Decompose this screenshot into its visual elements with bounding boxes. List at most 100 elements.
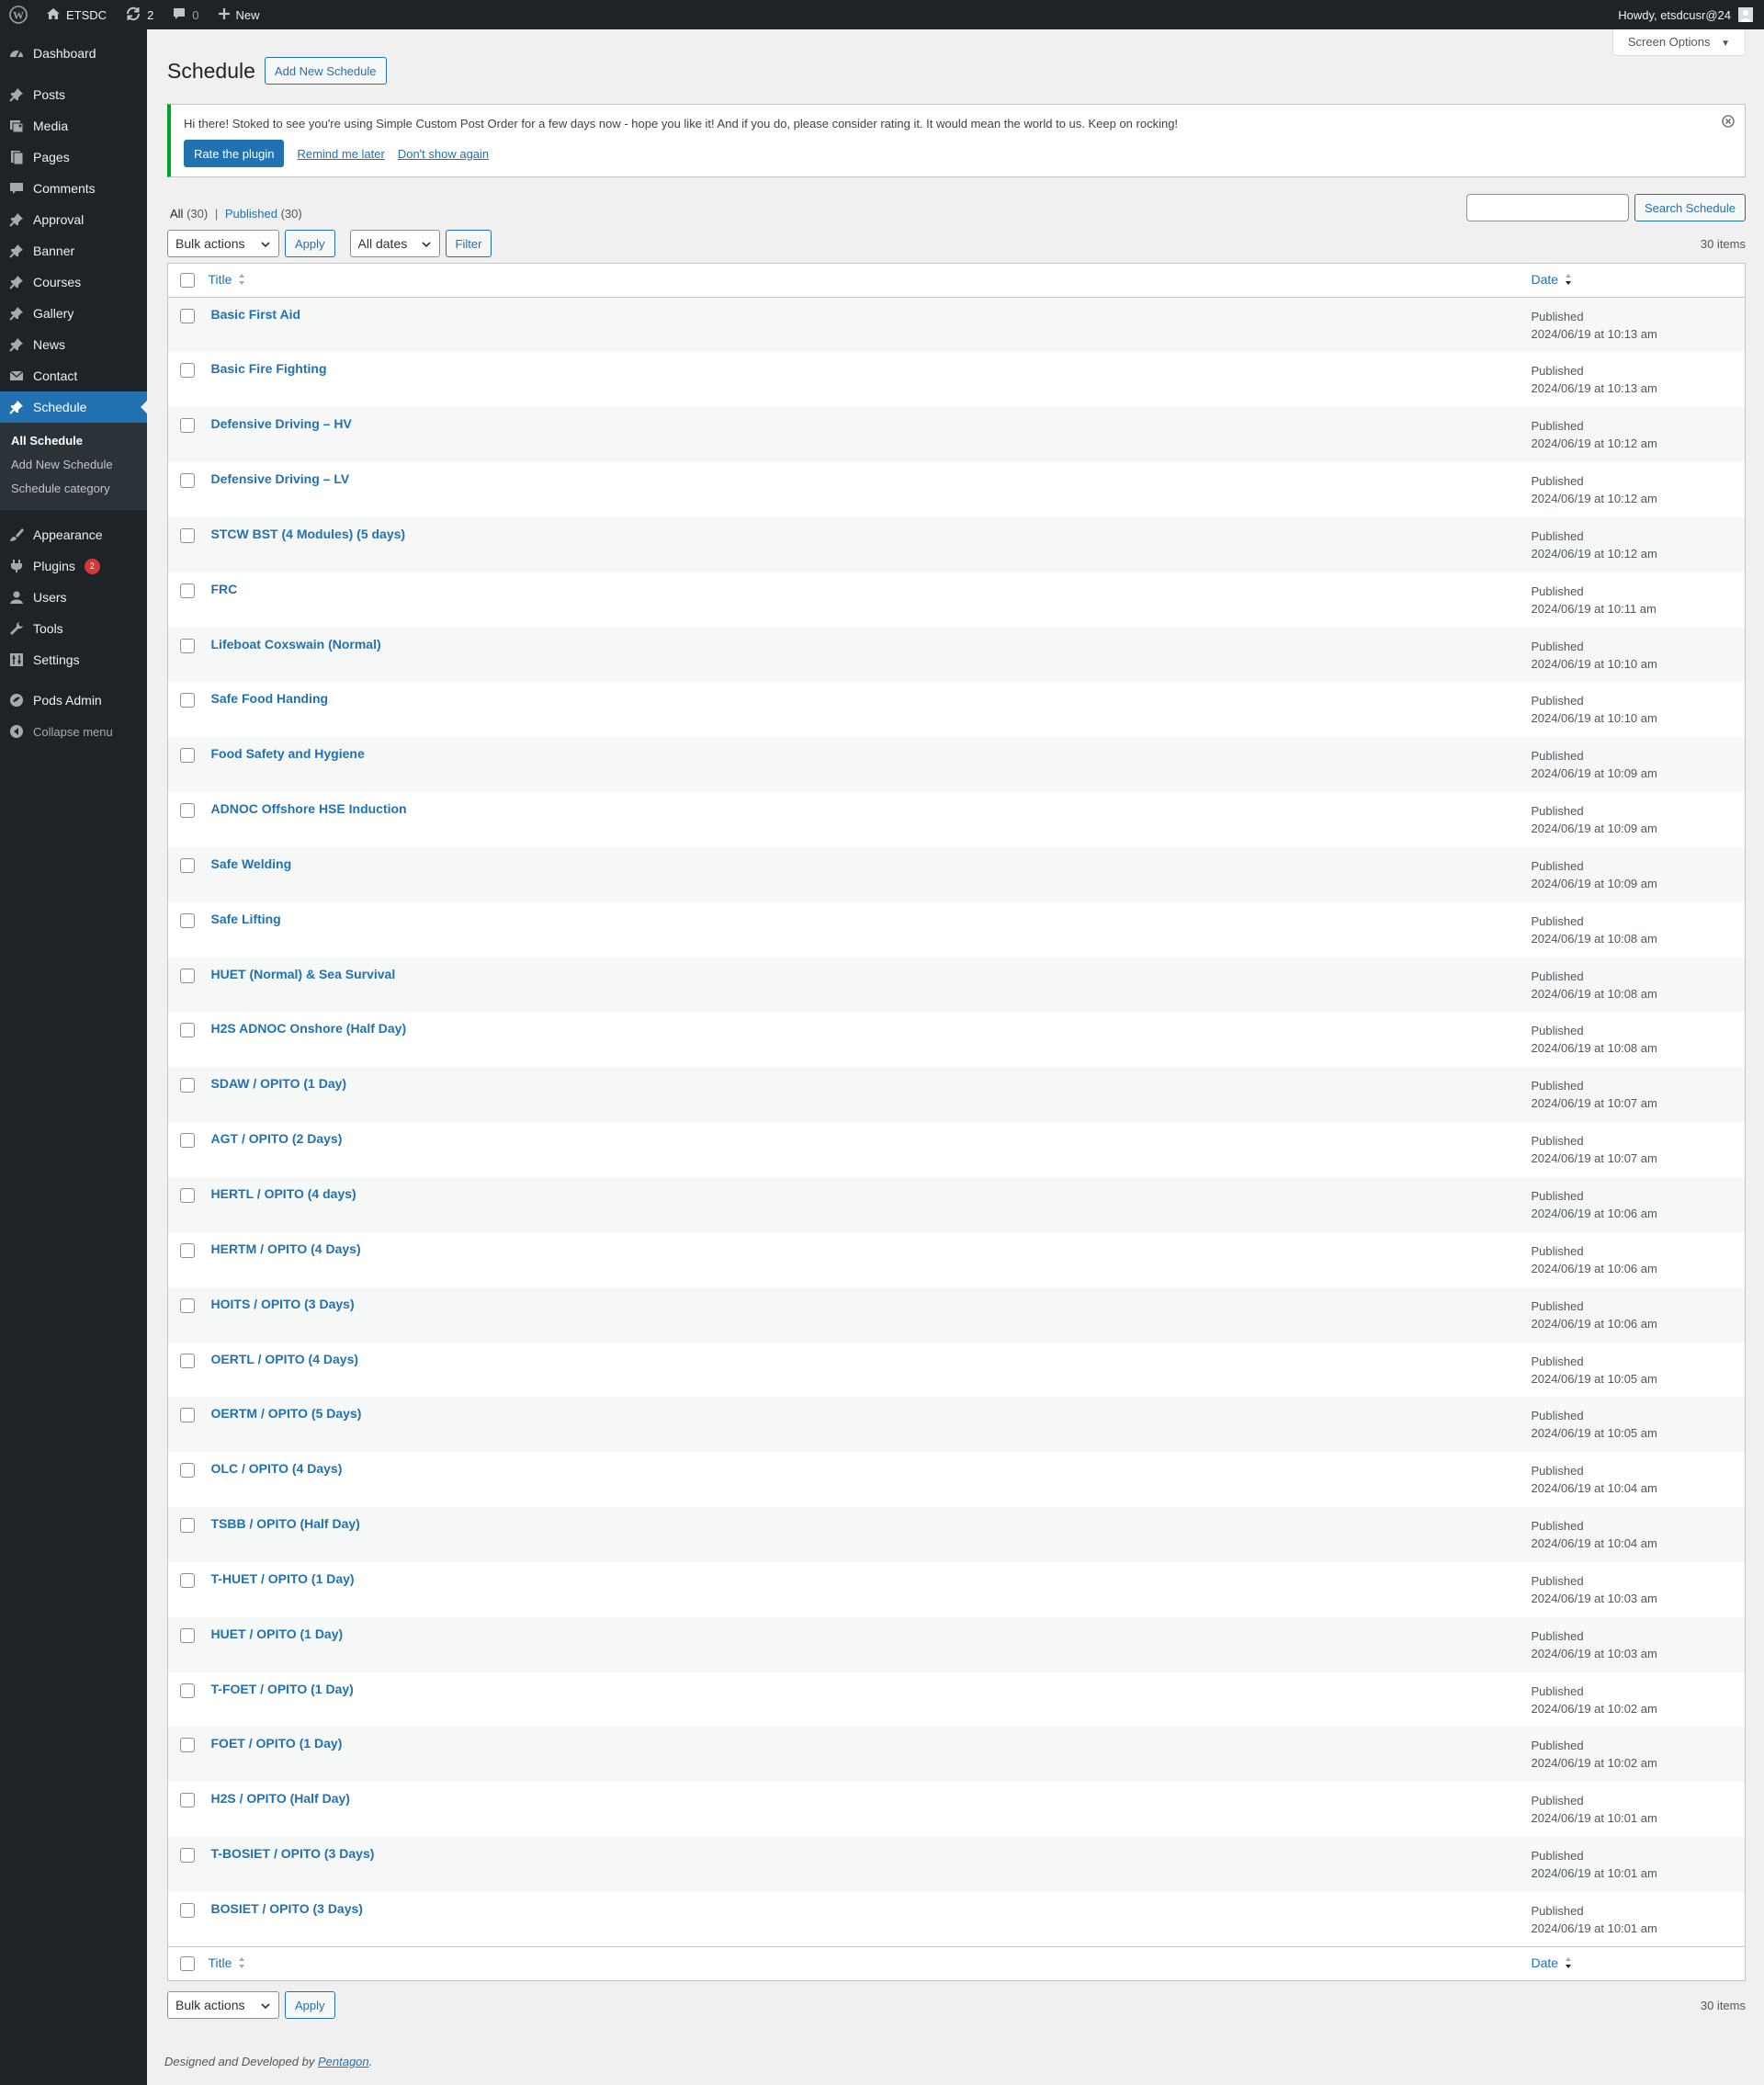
row-checkbox[interactable]: [180, 418, 195, 434]
sidebar-item-plugins[interactable]: Plugins 2: [0, 550, 147, 582]
row-title-link[interactable]: Defensive Driving – LV: [211, 471, 350, 486]
date-sort-link[interactable]: Date: [1532, 1955, 1559, 1970]
row-title-link[interactable]: Basic Fire Fighting: [211, 361, 327, 376]
row-title-link[interactable]: AGT / OPITO (2 Days): [211, 1131, 343, 1146]
row-checkbox[interactable]: [180, 803, 195, 819]
row-title-link[interactable]: Safe Food Handing: [211, 691, 329, 706]
row-checkbox[interactable]: [180, 527, 195, 543]
row-title-link[interactable]: OERTL / OPITO (4 Days): [211, 1352, 359, 1366]
comments-link[interactable]: 0: [163, 0, 208, 29]
apply-button[interactable]: Apply: [285, 1991, 335, 2019]
sidebar-item-media[interactable]: Media: [0, 110, 147, 142]
title-sort-link[interactable]: Title: [209, 272, 232, 287]
row-checkbox[interactable]: [180, 693, 195, 708]
sidebar-item-comments[interactable]: Comments: [0, 173, 147, 204]
row-title-link[interactable]: Safe Lifting: [211, 912, 281, 926]
row-checkbox[interactable]: [180, 1408, 195, 1423]
sidebar-item-gallery[interactable]: Gallery: [0, 298, 147, 329]
row-checkbox[interactable]: [180, 1078, 195, 1093]
site-name-link[interactable]: ETSDC: [37, 0, 116, 29]
row-checkbox[interactable]: [180, 1242, 195, 1258]
row-title-link[interactable]: T-BOSIET / OPITO (3 Days): [211, 1846, 375, 1861]
date-column-footer[interactable]: Date: [1531, 1946, 1746, 1981]
row-title-link[interactable]: ADNOC Offshore HSE Induction: [211, 801, 407, 816]
row-checkbox[interactable]: [180, 857, 195, 873]
row-checkbox[interactable]: [180, 309, 195, 323]
sidebar-item-settings[interactable]: Settings: [0, 644, 147, 675]
sidebar-item-pages[interactable]: Pages: [0, 142, 147, 173]
row-checkbox[interactable]: [180, 1518, 195, 1534]
row-title-link[interactable]: Lifeboat Coxswain (Normal): [211, 637, 381, 652]
row-title-link[interactable]: Basic First Aid: [211, 307, 301, 322]
row-title-link[interactable]: HUET / OPITO (1 Day): [211, 1626, 344, 1641]
submenu-schedule-category[interactable]: Schedule category: [0, 477, 147, 501]
row-checkbox[interactable]: [180, 1902, 195, 1918]
row-checkbox[interactable]: [180, 1353, 195, 1368]
row-title-link[interactable]: FOET / OPITO (1 Day): [211, 1736, 343, 1751]
filter-button[interactable]: Filter: [445, 230, 492, 257]
row-title-link[interactable]: BOSIET / OPITO (3 Days): [211, 1901, 363, 1916]
updates-link[interactable]: 2: [116, 0, 163, 29]
row-checkbox[interactable]: [180, 1627, 195, 1643]
row-title-link[interactable]: OLC / OPITO (4 Days): [211, 1461, 343, 1476]
row-checkbox[interactable]: [180, 1188, 195, 1203]
bulk-actions-select[interactable]: Bulk actions: [167, 230, 279, 257]
screen-options-button[interactable]: Screen Options ▼: [1611, 29, 1746, 56]
add-new-schedule-button[interactable]: Add New Schedule: [264, 57, 387, 85]
dismiss-icon[interactable]: [1721, 114, 1736, 129]
sidebar-item-schedule[interactable]: Schedule: [0, 391, 147, 423]
my-account[interactable]: Howdy, etsdcusr@24: [1618, 7, 1764, 22]
row-title-link[interactable]: SDAW / OPITO (1 Day): [211, 1076, 347, 1091]
sidebar-item-approval[interactable]: Approval: [0, 204, 147, 235]
filter-published-link[interactable]: Published (30): [225, 207, 302, 221]
row-checkbox[interactable]: [180, 748, 195, 764]
sidebar-item-banner[interactable]: Banner: [0, 235, 147, 266]
rate-plugin-button[interactable]: Rate the plugin: [184, 140, 285, 167]
row-checkbox[interactable]: [180, 473, 195, 489]
search-input[interactable]: [1465, 194, 1629, 221]
title-sort-link[interactable]: Title: [209, 1955, 232, 1970]
row-title-link[interactable]: STCW BST (4 Modules) (5 days): [211, 527, 406, 541]
row-title-link[interactable]: HOITS / OPITO (3 Days): [211, 1297, 355, 1311]
row-checkbox[interactable]: [180, 1023, 195, 1038]
collapse-menu-button[interactable]: Collapse menu: [0, 716, 147, 747]
row-checkbox[interactable]: [180, 363, 195, 379]
title-column-header[interactable]: Title: [208, 263, 1532, 298]
row-title-link[interactable]: H2S ADNOC Onshore (Half Day): [211, 1021, 407, 1036]
remind-later-link[interactable]: Remind me later: [297, 147, 384, 161]
row-title-link[interactable]: HERTM / OPITO (4 Days): [211, 1241, 361, 1256]
bulk-actions-select[interactable]: Bulk actions: [167, 1991, 279, 2019]
row-title-link[interactable]: T-HUET / OPITO (1 Day): [211, 1571, 355, 1586]
row-title-link[interactable]: HERTL / OPITO (4 days): [211, 1186, 356, 1201]
footer-pentagon-link[interactable]: Pentagon: [318, 2055, 369, 2068]
row-checkbox[interactable]: [180, 1683, 195, 1698]
filter-all-link[interactable]: All (30): [170, 207, 208, 221]
date-sort-link[interactable]: Date: [1532, 272, 1559, 287]
new-content-link[interactable]: New: [209, 0, 269, 29]
row-checkbox[interactable]: [180, 638, 195, 653]
row-title-link[interactable]: OERTM / OPITO (5 Days): [211, 1406, 362, 1421]
submenu-all-schedule[interactable]: All Schedule: [0, 429, 147, 453]
select-all-checkbox[interactable]: [180, 273, 195, 288]
sidebar-item-users[interactable]: Users: [0, 582, 147, 613]
submenu-add-new-schedule[interactable]: Add New Schedule: [0, 453, 147, 477]
row-checkbox[interactable]: [180, 1297, 195, 1313]
select-all-checkbox[interactable]: [180, 1956, 195, 1972]
row-title-link[interactable]: Defensive Driving – HV: [211, 416, 352, 431]
row-title-link[interactable]: T-FOET / OPITO (1 Day): [211, 1682, 354, 1696]
sidebar-item-news[interactable]: News: [0, 329, 147, 360]
dont-show-again-link[interactable]: Don't show again: [398, 147, 489, 161]
date-filter-select[interactable]: All dates: [349, 230, 440, 257]
sidebar-item-contact[interactable]: Contact: [0, 360, 147, 391]
row-checkbox[interactable]: [180, 968, 195, 983]
search-schedule-button[interactable]: Search Schedule: [1634, 194, 1746, 221]
sidebar-item-tools[interactable]: Tools: [0, 613, 147, 644]
row-checkbox[interactable]: [180, 912, 195, 928]
title-column-footer[interactable]: Title: [208, 1946, 1532, 1981]
sidebar-item-pods-admin[interactable]: Pods Admin: [0, 685, 147, 716]
row-checkbox[interactable]: [180, 583, 195, 598]
row-checkbox[interactable]: [180, 1463, 195, 1479]
row-checkbox[interactable]: [180, 1738, 195, 1753]
sidebar-item-courses[interactable]: Courses: [0, 266, 147, 298]
sidebar-item-dashboard[interactable]: Dashboard: [0, 38, 147, 69]
